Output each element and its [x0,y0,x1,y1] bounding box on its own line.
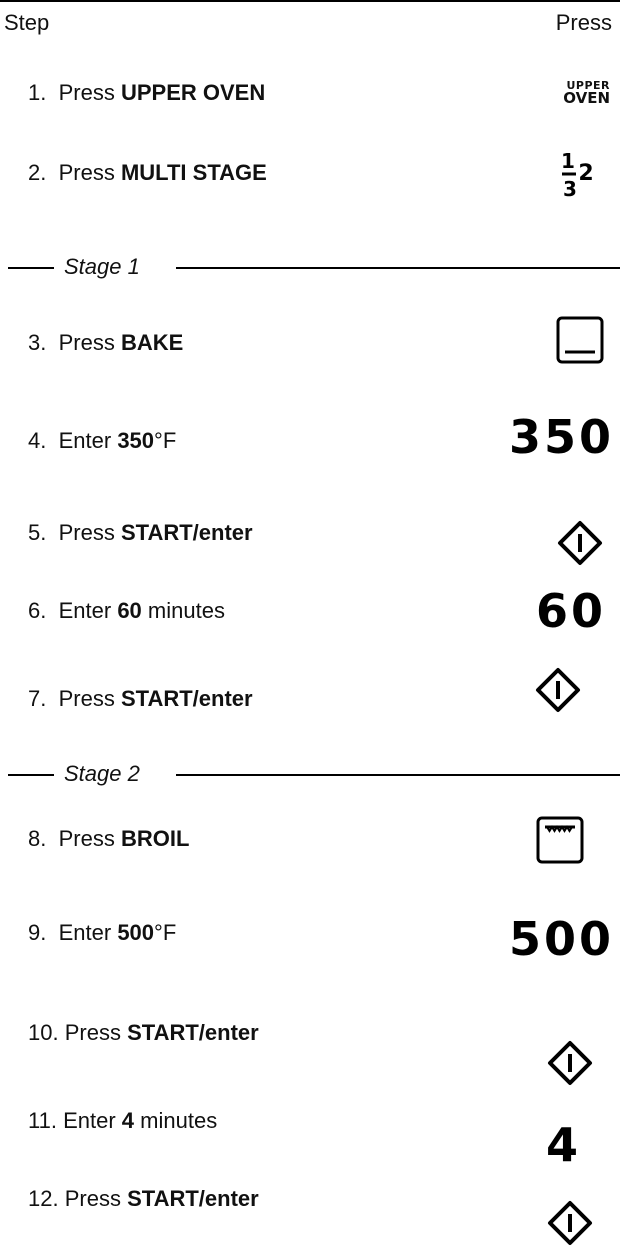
step-6: 6. Enter 60 minutes [28,598,225,624]
temperature-350-display: 350 [508,410,614,464]
step-column-header: Step [4,10,50,35]
start-enter-key-icon [558,521,602,565]
step-number: 9. [28,920,47,945]
step-number: 11. [28,1108,57,1133]
divider-line [8,267,54,269]
step-10: 10. Press START/enter [28,1020,259,1046]
step-number: 2. [28,160,47,185]
step-action: Enter [58,920,112,945]
step-key-name: 60 [117,598,142,623]
step-key-name: START/enter [127,1186,259,1211]
step-1: 1. Press UPPER OVEN [28,80,265,106]
upper-oven-key-icon: UPPER OVEN [563,79,610,107]
svg-text:1: 1 [561,149,575,173]
step-key-name: 500 [117,920,155,945]
step-key-name: MULTI STAGE [120,160,267,185]
stage-1-label: Stage 1 [64,254,140,279]
step-action: Press [58,686,115,711]
temperature-500-display: 500 [508,912,614,966]
step-action: Press [64,1186,121,1211]
step-action: Press [58,826,115,851]
step-key-name: 4 [121,1108,135,1133]
step-number: 6. [28,598,47,623]
step-action: Enter [58,428,112,453]
step-11: 11. Enter 4 minutes [28,1108,217,1134]
start-enter-key-icon [536,668,580,712]
divider-line [176,774,620,776]
bake-key-icon [556,316,604,364]
step-number: 1. [28,80,47,105]
stage-1-divider: Stage 1 [0,254,620,279]
step-8: 8. Press BROIL [28,826,189,852]
step-key-name: START/enter [120,686,253,711]
divider-line [8,774,54,776]
step-key-name: 350 [117,428,155,453]
multi-stage-key-icon: 1 2 3 [561,149,594,200]
step-action: Press [58,160,115,185]
stage-2-label: Stage 2 [64,761,140,786]
step-key-name: START/enter [127,1020,259,1045]
step-key-name: START/enter [120,520,253,545]
step-action: Press [58,520,115,545]
top-rule [0,0,620,2]
step-9: 9. Enter 500°F [28,920,176,946]
step-action: Enter [63,1108,116,1133]
divider-line [176,267,620,269]
step-key-name: BROIL [120,826,190,851]
step-2: 2. Press MULTI STAGE [28,160,267,186]
step-action: Enter [58,598,112,623]
step-suffix: °F [154,920,177,945]
step-action: Press [64,1020,121,1045]
step-7: 7. Press START/enter [28,686,253,712]
step-number: 5. [28,520,47,545]
step-number: 12. [28,1186,59,1211]
press-column-header: Press [555,10,612,35]
step-12: 12. Press START/enter [28,1186,259,1212]
step-number: 4. [28,428,47,453]
step-number: 7. [28,686,47,711]
broil-key-icon [536,816,584,864]
stage-2-divider: Stage 2 [0,761,620,786]
step-3: 3. Press BAKE [28,330,183,356]
step-key-name: BAKE [120,330,184,355]
step-number: 3. [28,330,47,355]
step-5: 5. Press START/enter [28,520,253,546]
svg-text:3: 3 [563,177,577,200]
time-4-display: 4 [546,1118,582,1172]
svg-text:2: 2 [578,161,593,186]
step-suffix: minutes [134,1108,218,1133]
step-number: 10. [28,1020,59,1045]
start-enter-key-icon [548,1201,592,1245]
step-number: 8. [28,826,47,851]
step-action: Press [58,80,115,105]
step-key-name: UPPER OVEN [120,80,266,105]
start-enter-key-icon [548,1041,592,1085]
step-suffix: minutes [141,598,225,623]
step-action: Press [58,330,115,355]
step-suffix: °F [154,428,177,453]
time-60-display: 60 [535,584,606,638]
step-4: 4. Enter 350°F [28,428,176,454]
